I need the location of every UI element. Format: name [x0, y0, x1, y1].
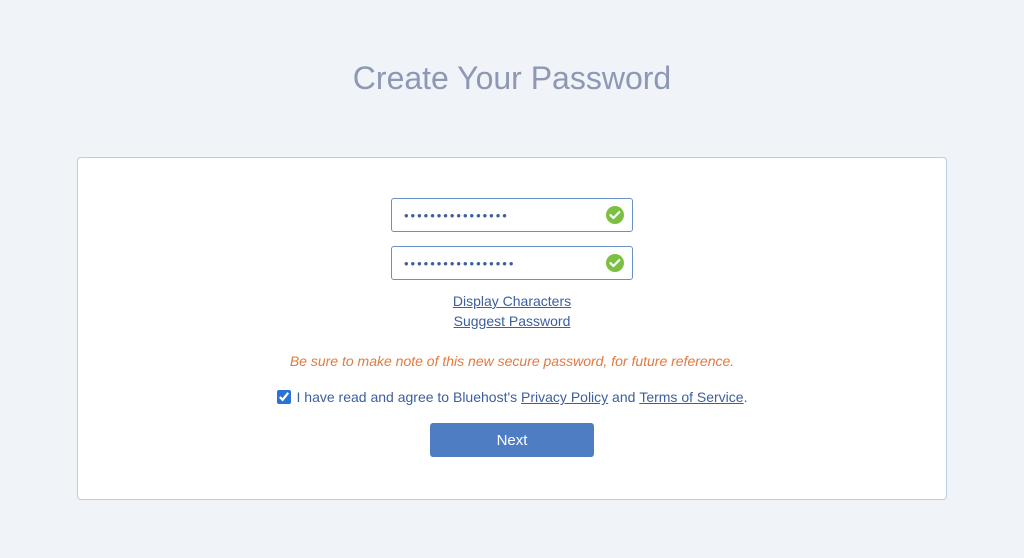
page-title: Create Your Password [353, 60, 671, 97]
password-card: Display Characters Suggest Password Be s… [77, 157, 947, 500]
password-input[interactable] [391, 198, 633, 232]
agree-text: I have read and agree to Bluehost's Priv… [297, 389, 748, 405]
checkmark-circle-icon [605, 205, 625, 225]
agree-checkbox[interactable] [277, 390, 291, 404]
confirm-password-input[interactable] [391, 246, 633, 280]
checkmark-circle-icon [605, 253, 625, 273]
hint-text: Be sure to make note of this new secure … [290, 353, 734, 369]
agreement-row: I have read and agree to Bluehost's Priv… [277, 389, 748, 405]
password-row [391, 198, 633, 232]
agree-prefix: I have read and agree to Bluehost's [297, 389, 522, 405]
next-button[interactable]: Next [430, 423, 594, 457]
agree-suffix: . [744, 389, 748, 405]
display-characters-link[interactable]: Display Characters [453, 292, 571, 312]
helper-links: Display Characters Suggest Password [453, 292, 571, 331]
terms-of-service-link[interactable]: Terms of Service [639, 389, 743, 405]
confirm-password-row [391, 246, 633, 280]
privacy-policy-link[interactable]: Privacy Policy [521, 389, 608, 405]
agree-middle: and [608, 389, 639, 405]
suggest-password-link[interactable]: Suggest Password [454, 312, 571, 332]
